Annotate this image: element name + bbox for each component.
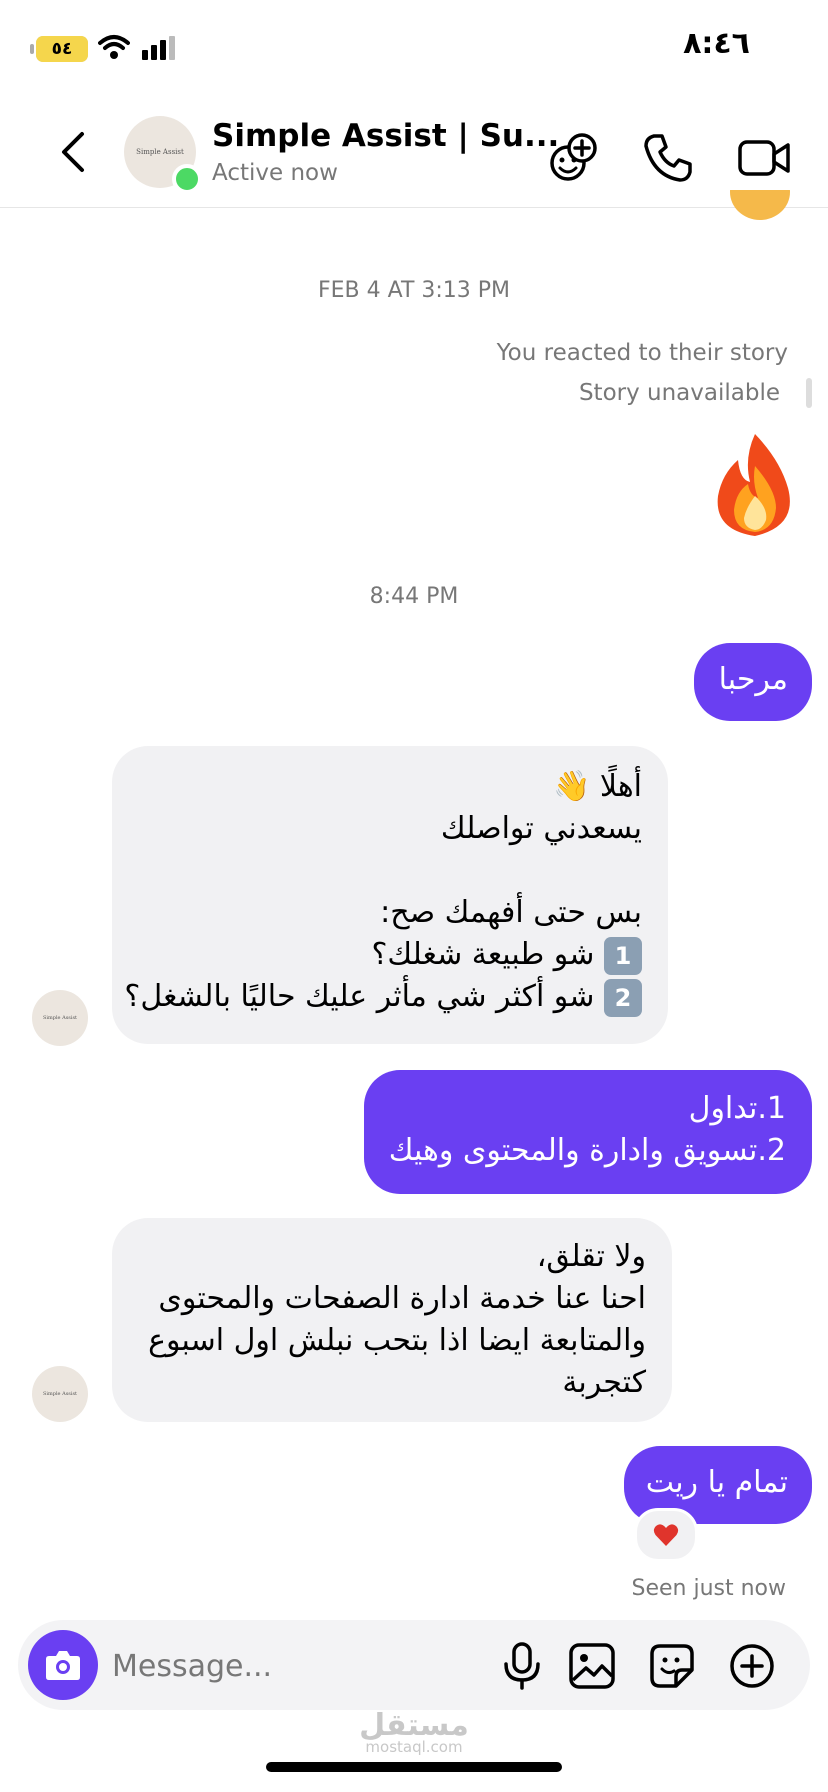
back-button[interactable] bbox=[54, 128, 94, 176]
story-unavailable-note[interactable]: Story unavailable bbox=[579, 380, 780, 406]
voice-call-button[interactable] bbox=[640, 130, 696, 186]
story-reaction-note: You reacted to their story bbox=[496, 340, 788, 366]
gallery-button[interactable] bbox=[564, 1638, 620, 1694]
home-indicator[interactable] bbox=[266, 1762, 562, 1772]
incoming-message[interactable]: أهلًا 👋 يسعدني تواصلك بس حتى أفهمك صح: 1… bbox=[112, 746, 668, 1044]
avatar-logo-text: Simple Assist bbox=[42, 1015, 78, 1021]
gallery-icon bbox=[569, 1643, 615, 1689]
add-people-button[interactable] bbox=[546, 130, 602, 186]
video-camera-icon bbox=[738, 140, 790, 176]
message-text: مرحبا bbox=[718, 662, 788, 697]
partial-emoji bbox=[730, 190, 800, 230]
message-text: شو طبيعة شغلك؟ bbox=[371, 937, 595, 972]
battery-cap bbox=[30, 44, 34, 54]
message-text: احنا عنا خدمة ادارة الصفحات والمحتوى bbox=[158, 1281, 646, 1316]
battery-level: ٥٤ bbox=[51, 39, 73, 59]
status-bar: ٥٤ ٨:٤٦ bbox=[0, 0, 828, 100]
message-text: شو أكثر شي مأثر عليك حاليًا بالشغل؟ bbox=[124, 979, 595, 1014]
sender-avatar[interactable]: Simple Assist bbox=[32, 990, 88, 1046]
video-call-button[interactable] bbox=[736, 130, 792, 186]
keycap-one-emoji: 1 bbox=[604, 936, 642, 975]
seen-receipt: Seen just now bbox=[631, 1576, 786, 1601]
microphone-icon bbox=[504, 1642, 540, 1690]
message-text: كتجربة bbox=[562, 1365, 646, 1400]
heart-icon bbox=[653, 1524, 679, 1546]
chat-header: Simple Assist Simple Assist | Su... Acti… bbox=[0, 100, 828, 208]
message-composer bbox=[18, 1620, 810, 1710]
message-list-item: 1 شو طبيعة شغلك؟ bbox=[138, 934, 642, 976]
message-text: يسعدني تواصلك bbox=[440, 811, 642, 846]
battery-icon: ٥٤ bbox=[36, 36, 88, 62]
sticker-icon bbox=[650, 1644, 694, 1688]
outgoing-message[interactable]: مرحبا bbox=[694, 643, 812, 721]
message-text: بس حتى أفهمك صح: bbox=[380, 895, 642, 930]
message-text: 2.تسويق وادارة والمحتوى وهيك bbox=[388, 1133, 786, 1168]
message-text: تمام يا ريت bbox=[645, 1465, 788, 1500]
contact-status: Active now bbox=[212, 160, 338, 186]
message-reaction[interactable] bbox=[634, 1508, 698, 1562]
message-text: 1.تداول bbox=[688, 1091, 786, 1126]
incoming-message[interactable]: ولا تقلق، احنا عنا خدمة ادارة الصفحات وا… bbox=[112, 1218, 672, 1422]
online-indicator bbox=[172, 164, 202, 194]
message-list-item: 2 شو أكثر شي مأثر عليك حاليًا بالشغل؟ bbox=[124, 976, 642, 1018]
message-text: والمتابعة ايضا اذا بتحب نبلش اول اسبوع bbox=[148, 1323, 646, 1358]
watermark-url: mostaql.com bbox=[365, 1738, 463, 1756]
fire-emoji bbox=[710, 430, 800, 540]
keycap-two-emoji: 2 bbox=[604, 978, 642, 1017]
back-chevron-icon bbox=[62, 132, 84, 172]
clock: ٨:٤٦ bbox=[683, 26, 750, 61]
cellular-signal-icon bbox=[140, 36, 180, 64]
contact-name[interactable]: Simple Assist | Su... bbox=[212, 118, 559, 154]
message-text: أهلًا 👋 bbox=[553, 769, 642, 804]
add-people-icon bbox=[550, 133, 597, 181]
message-input[interactable] bbox=[110, 1640, 494, 1692]
more-options-button[interactable] bbox=[724, 1638, 780, 1694]
phone-icon bbox=[644, 134, 692, 182]
sender-avatar[interactable]: Simple Assist bbox=[32, 1366, 88, 1422]
sticker-button[interactable] bbox=[644, 1638, 700, 1694]
camera-button[interactable] bbox=[28, 1630, 98, 1700]
camera-icon bbox=[46, 1651, 80, 1680]
voice-message-button[interactable] bbox=[494, 1638, 550, 1694]
timestamp: 8:44 PM bbox=[369, 584, 459, 609]
avatar-logo-text: Simple Assist bbox=[42, 1391, 78, 1397]
wifi-icon bbox=[98, 34, 130, 64]
story-reply-bar bbox=[806, 378, 812, 408]
plus-icon bbox=[730, 1644, 774, 1688]
timestamp: FEB 4 AT 3:13 PM bbox=[317, 278, 511, 303]
message-text: ولا تقلق، bbox=[536, 1239, 646, 1274]
outgoing-message[interactable]: 1.تداول 2.تسويق وادارة والمحتوى وهيك bbox=[364, 1070, 812, 1194]
